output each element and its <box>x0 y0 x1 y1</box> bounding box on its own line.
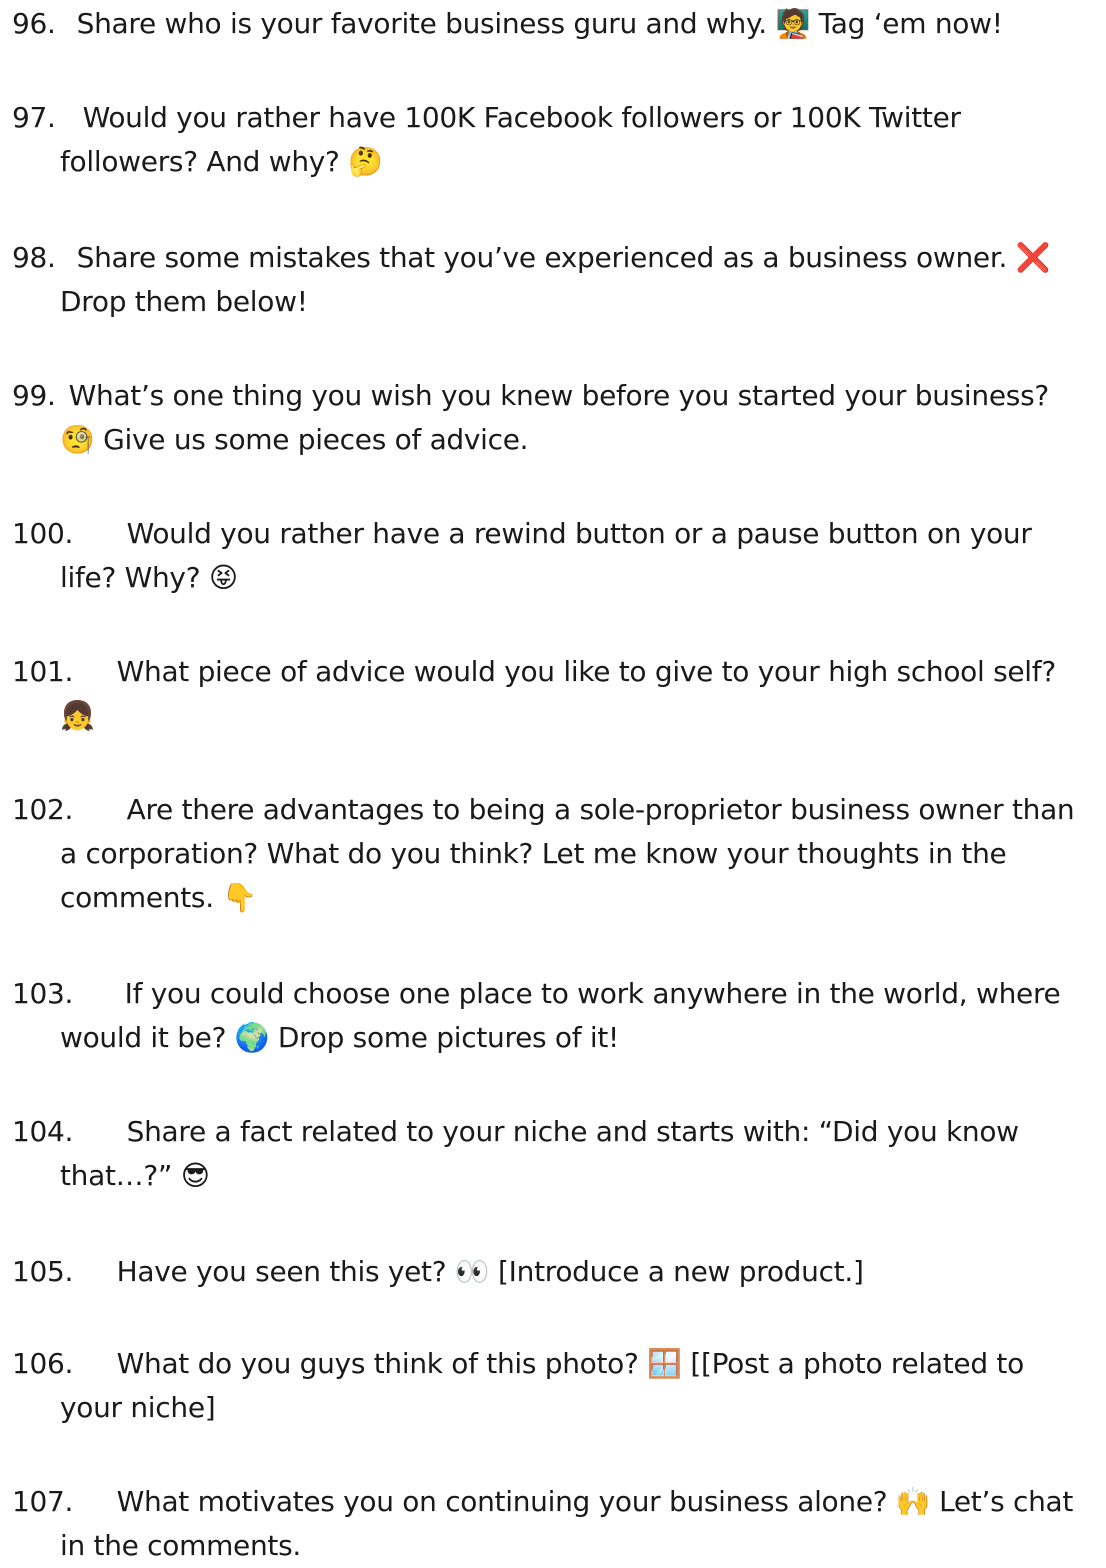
item-line: 98. Share some mistakes that you’ve expe… <box>12 236 1102 280</box>
item-number: 103. <box>12 977 74 1010</box>
item-line: 105. Have you seen this yet? 👀 [Introduc… <box>12 1250 1102 1294</box>
item-line: 👧 <box>60 699 95 732</box>
list-item: 107. What motivates you on continuing yo… <box>12 1480 1102 1568</box>
item-text: Are there advantages to being a sole-pro… <box>126 793 1075 826</box>
item-number: 96. <box>12 7 56 40</box>
item-text: What’s one thing you wish you knew befor… <box>68 379 1050 412</box>
list-item: 98. Share some mistakes that you’ve expe… <box>12 236 1102 324</box>
item-line: 106. What do you guys think of this phot… <box>12 1342 1102 1386</box>
item-line: a corporation? What do you think? Let me… <box>60 837 1007 870</box>
list-item: 100. Would you rather have a rewind butt… <box>12 512 1102 600</box>
item-text: What piece of advice would you like to g… <box>116 655 1057 688</box>
list-item: 105. Have you seen this yet? 👀 [Introduc… <box>12 1250 1102 1294</box>
item-line: your niche] <box>60 1391 216 1424</box>
item-text: Would you rather have a rewind button or… <box>126 517 1032 550</box>
list-item: 99. What’s one thing you wish you knew b… <box>12 374 1102 462</box>
item-line: followers? And why? 🤔 <box>60 145 383 178</box>
item-text: Share who is your favorite business guru… <box>76 7 1003 40</box>
item-line: 101. What piece of advice would you like… <box>12 650 1102 694</box>
item-line: 103. If you could choose one place to wo… <box>12 972 1102 1016</box>
item-text: Share some mistakes that you’ve experien… <box>76 241 1051 274</box>
item-text: Share a fact related to your niche and s… <box>126 1115 1019 1148</box>
item-line: Drop them below! <box>60 285 308 318</box>
item-text: Would you rather have 100K Facebook foll… <box>82 101 961 134</box>
item-number: 102. <box>12 793 74 826</box>
item-line: life? Why? 😝 <box>60 561 238 594</box>
item-number: 105. <box>12 1255 74 1288</box>
item-text: What do you guys think of this photo? 🪟 … <box>116 1347 1025 1380</box>
item-line: 99. What’s one thing you wish you knew b… <box>12 374 1102 418</box>
list-item: 101. What piece of advice would you like… <box>12 650 1102 738</box>
item-line: that…?” 😎 <box>60 1159 210 1192</box>
item-line: 107. What motivates you on continuing yo… <box>12 1480 1102 1524</box>
item-number: 104. <box>12 1115 74 1148</box>
item-line: 104. Share a fact related to your niche … <box>12 1110 1102 1154</box>
list-item: 103. If you could choose one place to wo… <box>12 972 1102 1060</box>
item-number: 100. <box>12 517 74 550</box>
item-line: 🧐 Give us some pieces of advice. <box>60 423 529 456</box>
item-line: 100. Would you rather have a rewind butt… <box>12 512 1102 556</box>
item-line: in the comments. <box>60 1529 301 1562</box>
list-item: 96. Share who is your favorite business … <box>12 2 1102 46</box>
item-number: 101. <box>12 655 74 688</box>
list-item: 97. Would you rather have 100K Facebook … <box>12 96 1102 184</box>
document-page: 96. Share who is your favorite business … <box>0 0 1106 1562</box>
list-item: 102. Are there advantages to being a sol… <box>12 788 1102 920</box>
list-item: 106. What do you guys think of this phot… <box>12 1342 1102 1430</box>
item-text: What motivates you on continuing your bu… <box>116 1485 1074 1518</box>
item-line: would it be? 🌍 Drop some pictures of it! <box>60 1021 619 1054</box>
item-line: 102. Are there advantages to being a sol… <box>12 788 1102 832</box>
item-line: 97. Would you rather have 100K Facebook … <box>12 96 1102 140</box>
list-item: 104. Share a fact related to your niche … <box>12 1110 1102 1198</box>
item-line: comments. 👇 <box>60 881 257 914</box>
item-number: 98. <box>12 241 56 274</box>
item-number: 107. <box>12 1485 74 1518</box>
item-text: If you could choose one place to work an… <box>124 977 1061 1010</box>
item-number: 106. <box>12 1347 74 1380</box>
item-number: 97. <box>12 101 56 134</box>
item-line: 96. Share who is your favorite business … <box>12 2 1102 46</box>
item-number: 99. <box>12 379 56 412</box>
item-text: Have you seen this yet? 👀 [Introduce a n… <box>116 1255 864 1288</box>
